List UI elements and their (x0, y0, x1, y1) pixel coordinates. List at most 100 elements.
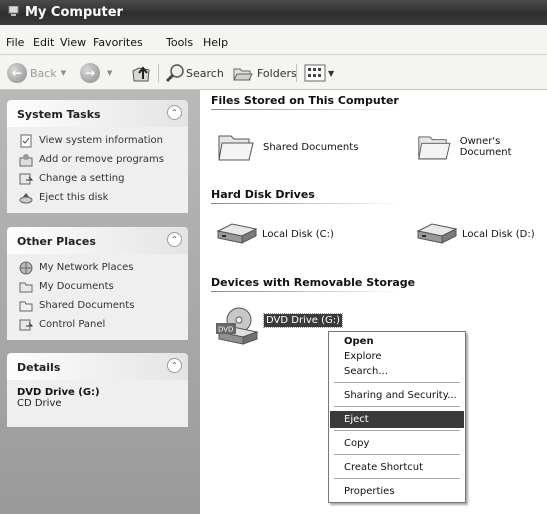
menu-view[interactable]: View (60, 36, 86, 49)
menu-tools[interactable]: Tools (166, 36, 193, 49)
details-header[interactable]: Details ⌃ (7, 353, 188, 380)
documents-folder-icon (19, 282, 33, 292)
folders-button[interactable]: Folders (232, 62, 297, 84)
eject-icon (19, 192, 33, 203)
place-label: Shared Documents (39, 300, 135, 311)
collapse-icon[interactable]: ⌃ (167, 232, 182, 247)
task-pane: System Tasks ⌃ View system information A… (0, 90, 200, 514)
views-button[interactable]: ▼ (304, 62, 334, 84)
collapse-icon[interactable]: ⌃ (167, 105, 182, 120)
menu-label: Copy (344, 438, 370, 449)
item-dvd-drive[interactable]: DVD DVD Drive (G:) (215, 306, 344, 348)
control-panel-icon (19, 173, 33, 184)
menu-help[interactable]: Help (203, 36, 228, 49)
context-menu: Open Explore Search... Sharing and Secur… (328, 331, 466, 503)
system-tasks-body: View system information Add or remove pr… (7, 127, 188, 213)
menu-file[interactable]: File (6, 36, 24, 49)
views-icon (304, 64, 326, 82)
item-label: Local Disk (C:) (262, 228, 334, 240)
group-divider (211, 109, 401, 110)
dvd-drive-icon: DVD (216, 307, 259, 345)
collapse-icon[interactable]: ⌃ (167, 358, 182, 373)
search-button[interactable]: Search (164, 62, 224, 84)
chevron-down-icon: ▼ (107, 69, 113, 77)
group-divider (211, 291, 401, 292)
place-shared-documents[interactable]: Shared Documents (19, 296, 188, 315)
group-hard-disk-drives: Hard Disk Drives (211, 188, 315, 201)
group-removable-storage: Devices with Removable Storage (211, 276, 416, 289)
menu-separator (334, 454, 460, 455)
folders-icon (233, 68, 253, 81)
chevron-down-icon: ▼ (328, 68, 335, 78)
window-title: My Computer (25, 5, 123, 20)
hard-disk-icon (416, 223, 458, 244)
menu-label: Open (344, 336, 374, 347)
system-tasks-panel: System Tasks ⌃ View system information A… (7, 100, 188, 213)
item-label: Shared Documents (263, 141, 359, 153)
search-icon (165, 64, 184, 83)
back-label: Back (30, 66, 57, 80)
other-places-title: Other Places (17, 235, 96, 248)
system-tasks-title: System Tasks (17, 108, 101, 121)
toolbar: ← Back ▼ → ▼ Search Folders ▼ (0, 55, 547, 90)
task-label: Add or remove programs (39, 154, 164, 165)
item-local-disk-c[interactable]: Local Disk (C:) (214, 221, 334, 247)
control-panel-icon (19, 319, 33, 330)
group-divider (211, 203, 401, 204)
system-tasks-header[interactable]: System Tasks ⌃ (7, 100, 188, 127)
place-my-documents[interactable]: My Documents (19, 277, 188, 296)
forward-button[interactable]: → ▼ (80, 62, 112, 84)
menu-favorites[interactable]: Favorites (93, 36, 143, 49)
other-places-header[interactable]: Other Places ⌃ (7, 227, 188, 254)
details-type: CD Drive (17, 398, 62, 409)
place-my-network-places[interactable]: My Network Places (19, 258, 188, 277)
folders-label: Folders (257, 66, 297, 80)
up-folder-icon (132, 66, 150, 82)
menu-label: Properties (344, 486, 395, 497)
chevron-down-icon: ▼ (60, 69, 67, 77)
menu-edit[interactable]: Edit (33, 36, 54, 49)
item-label: Owner's Document (459, 136, 512, 158)
system-info-icon (20, 134, 32, 147)
menu-search[interactable]: Search... (330, 363, 464, 380)
other-places-body: My Network Places My Documents Shared Do… (7, 254, 188, 340)
place-label: My Network Places (39, 262, 134, 273)
details-body: DVD Drive (G:) CD Drive (7, 380, 188, 427)
menu-separator (334, 430, 460, 431)
back-icon: ← (7, 63, 27, 83)
item-shared-documents[interactable]: Shared Documents (217, 130, 358, 164)
place-label: Control Panel (39, 319, 106, 330)
menu-label: Explore (344, 351, 382, 362)
menu-separator (334, 382, 460, 383)
menu-sharing-security[interactable]: Sharing and Security... (330, 387, 464, 404)
add-remove-icon (19, 153, 33, 166)
menu-label: Sharing and Security... (344, 390, 457, 401)
task-label: Change a setting (39, 173, 125, 184)
task-view-system-info[interactable]: View system information (19, 131, 188, 150)
item-label: DVD Drive (G:) (262, 312, 344, 328)
toolbar-separator (158, 64, 159, 82)
item-local-disk-d[interactable]: Local Disk (D:) (414, 221, 535, 247)
task-change-setting[interactable]: Change a setting (19, 169, 188, 188)
menu-properties[interactable]: Properties (330, 483, 464, 500)
item-label: Local Disk (D:) (462, 228, 535, 240)
up-button[interactable] (130, 62, 152, 84)
toolbar-separator (296, 64, 297, 82)
title-bar: My Computer (0, 0, 547, 25)
details-title: Details (17, 361, 61, 374)
search-label: Search (186, 66, 224, 80)
place-label: My Documents (39, 281, 114, 292)
task-eject-disk[interactable]: Eject this disk (19, 188, 188, 207)
menu-create-shortcut[interactable]: Create Shortcut (330, 459, 464, 476)
back-button[interactable]: ← Back ▼ (7, 62, 66, 84)
place-control-panel[interactable]: Control Panel (19, 315, 188, 334)
menu-copy[interactable]: Copy (330, 435, 464, 452)
folder-icon (19, 301, 33, 311)
menu-label: Search... (344, 366, 388, 377)
task-add-remove-programs[interactable]: Add or remove programs (19, 150, 188, 169)
menu-eject[interactable]: Eject (330, 411, 464, 428)
folder-icon (418, 136, 451, 160)
menu-label: Eject (344, 414, 369, 425)
details-panel: Details ⌃ DVD Drive (G:) CD Drive (7, 353, 188, 427)
item-owners-documents[interactable]: Owner's Document (417, 130, 547, 164)
